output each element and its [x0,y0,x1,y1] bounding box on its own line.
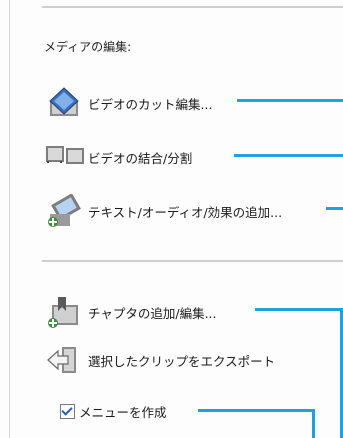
video-join-split-button[interactable]: ビデオの結合/分割 [44,140,192,174]
add-edit-chapter-button[interactable]: チャプタの追加/編集... [44,295,217,329]
callout-vline-5 [312,409,315,438]
add-text-audio-effects-button[interactable]: テキスト/オーディオ/効果の追加... [44,193,283,228]
create-menu-checkbox[interactable]: メニューを作成 [60,402,167,421]
add-edit-chapter-label: チャプタの追加/編集... [88,305,217,321]
section-heading: メディアの編集: [44,40,132,54]
callout-line-4 [255,308,343,311]
add-chapter-icon [44,295,84,329]
video-cut-edit-button[interactable]: ビデオのカット編集... [44,86,212,120]
diamond-cut-icon [44,86,84,120]
callout-line-1 [237,99,343,102]
export-arrow-icon [44,343,84,377]
panel-edge [9,0,10,438]
video-join-split-label: ビデオの結合/分割 [88,150,193,166]
side-panel: メディアの編集: ビデオのカット編集... ビデオの結合/分割 テキスト/オーデ… [0,0,343,438]
separator-mid [42,260,343,262]
checkbox-checked-icon[interactable] [60,404,75,419]
separator-top [42,6,343,8]
export-selected-clips-label: 選択したクリップをエクスポート [88,353,276,369]
create-menu-label: メニューを作成 [79,405,167,420]
callout-line-5 [198,409,315,412]
callout-line-3 [326,207,343,210]
export-selected-clips-button[interactable]: 選択したクリップをエクスポート [44,343,275,377]
video-cut-edit-label: ビデオのカット編集... [88,96,213,112]
add-effects-icon [44,193,84,228]
film-strips-icon [44,140,84,174]
add-text-audio-effects-label: テキスト/オーディオ/効果の追加... [88,204,283,220]
callout-line-2 [234,154,343,157]
